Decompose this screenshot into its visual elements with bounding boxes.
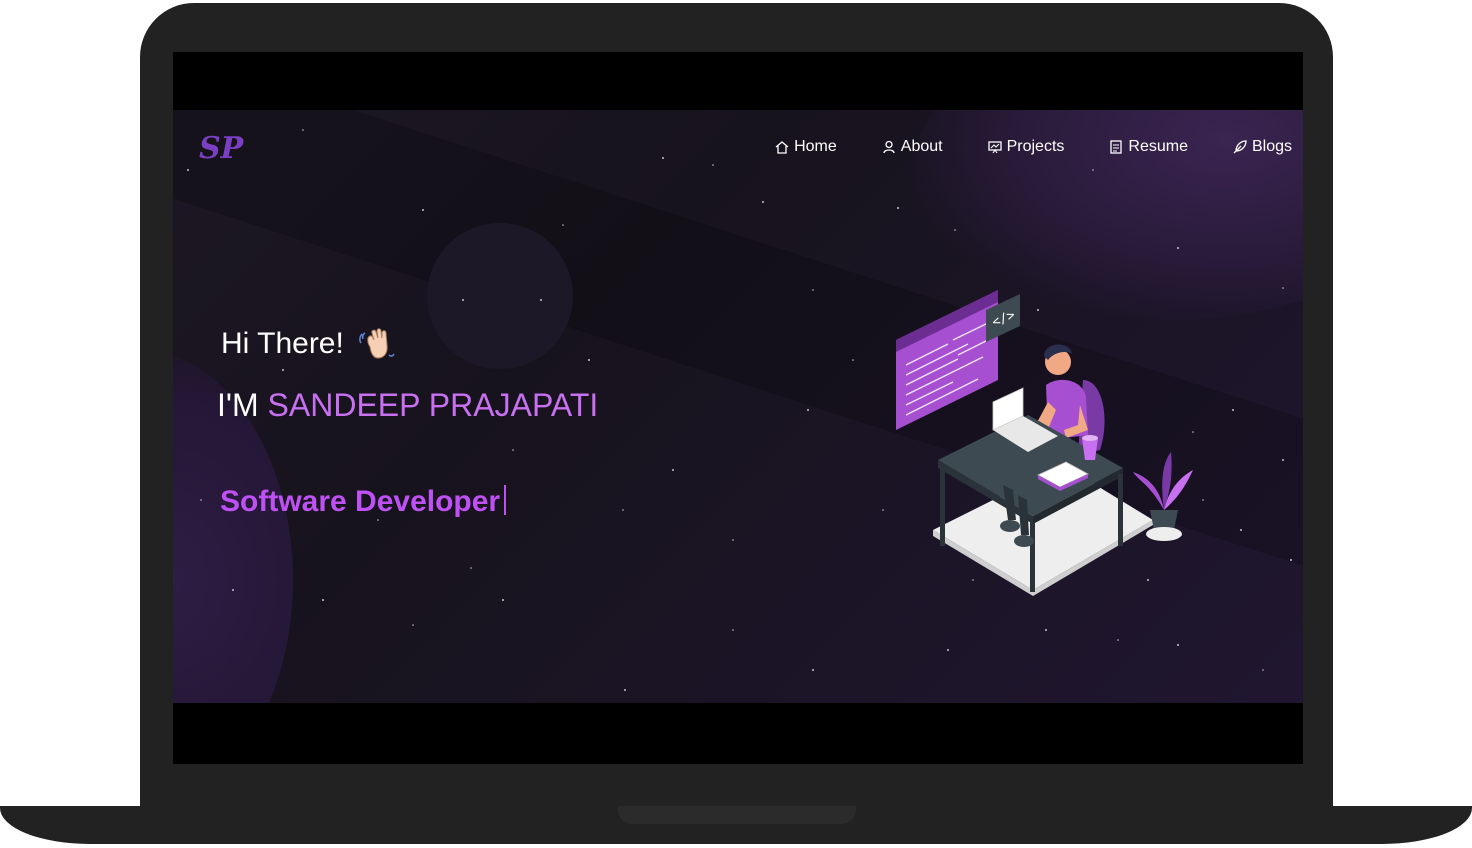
nav-blogs-label: Blogs	[1251, 138, 1292, 155]
site-logo[interactable]: SP	[197, 128, 253, 168]
hero-greeting: Hi There!	[221, 325, 396, 363]
hero-role: Software Developer	[220, 485, 507, 519]
nav-item-home[interactable]: Home	[774, 138, 837, 156]
laptop-mockup: SP Home About Projects Resume Blogs Hi T…	[0, 0, 1472, 848]
laptop-notch	[618, 806, 856, 824]
laptop-screen: SP Home About Projects Resume Blogs Hi T…	[173, 52, 1303, 764]
feather-icon	[1233, 140, 1247, 154]
nav-projects-label: Projects	[1006, 138, 1065, 155]
home-icon	[775, 141, 789, 154]
nav-home-label: Home	[794, 138, 837, 155]
typewriter-cursor	[504, 485, 507, 515]
nav-item-resume[interactable]: Resume	[1108, 138, 1188, 156]
hero-intro: I'M SANDEEP PRAJAPATI	[217, 387, 598, 424]
nav-resume-label: Resume	[1128, 138, 1188, 155]
portfolio-page: SP Home About Projects Resume Blogs Hi T…	[173, 110, 1303, 703]
hero-name: SANDEEP PRAJAPATI	[267, 387, 599, 423]
intro-prefix: I'M	[217, 387, 259, 423]
document-icon	[1110, 140, 1123, 154]
user-icon	[883, 140, 895, 154]
developer-illustration: </>	[896, 290, 1193, 596]
svg-text:SP: SP	[199, 131, 245, 166]
greeting-text: Hi There!	[221, 327, 344, 360]
navbar: Home About Projects Resume Blogs	[730, 138, 1292, 156]
nav-about-label: About	[900, 138, 943, 155]
nav-item-about[interactable]: About	[881, 138, 943, 156]
nav-item-projects[interactable]: Projects	[987, 138, 1065, 156]
projects-icon	[987, 141, 1002, 154]
nav-item-blogs[interactable]: Blogs	[1232, 138, 1292, 156]
role-text: Software Developer	[220, 485, 501, 518]
waving-hand-icon	[358, 328, 395, 359]
